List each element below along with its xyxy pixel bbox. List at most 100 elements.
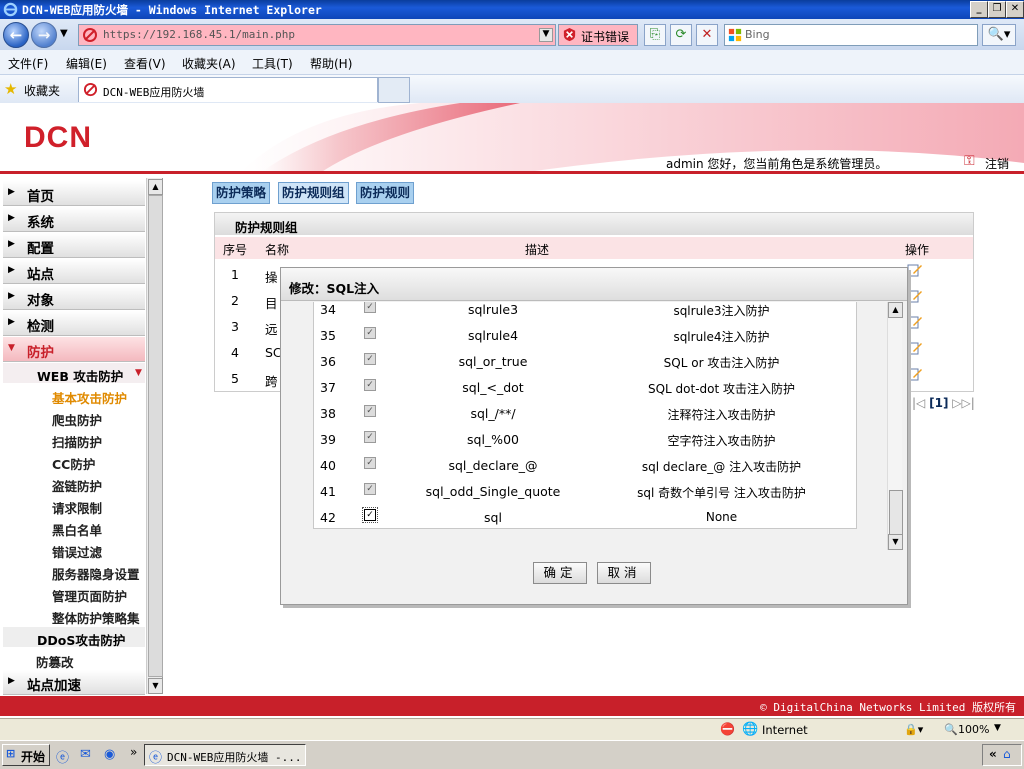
history-dropdown-icon[interactable]: ▼ bbox=[60, 28, 68, 39]
rule-checkbox[interactable]: ✓ bbox=[364, 379, 376, 391]
zoom-dropdown-icon[interactable]: ▼ bbox=[994, 723, 1001, 733]
menu-help[interactable]: 帮助(H) bbox=[310, 55, 352, 72]
sidebar-item-accel[interactable]: ▶ 站点加速 bbox=[3, 670, 145, 695]
dcn-logo: DCN bbox=[24, 121, 92, 154]
search-button[interactable]: 🔍▾ bbox=[982, 24, 1016, 46]
sidebar-item-site[interactable]: ▶ 站点 bbox=[3, 259, 145, 284]
back-button[interactable]: ← bbox=[3, 22, 29, 48]
page-number[interactable]: [1] bbox=[929, 396, 948, 410]
search-input[interactable]: Bing bbox=[724, 24, 978, 46]
scroll-up-icon[interactable]: ▲ bbox=[148, 179, 163, 195]
network-icon[interactable]: ⌂ bbox=[1003, 747, 1011, 761]
refresh-icon[interactable]: ⟳ bbox=[670, 24, 692, 46]
bing-logo-icon bbox=[728, 28, 742, 42]
menu-edit[interactable]: 编辑(E) bbox=[66, 55, 107, 72]
tray-expand-icon[interactable]: « bbox=[989, 747, 997, 761]
row-num: 2 bbox=[231, 293, 239, 308]
sidebar-item-protect[interactable]: ▼ 防护 bbox=[3, 337, 145, 362]
maximize-button[interactable]: ❐ bbox=[988, 1, 1006, 18]
ie-quicklaunch-icon[interactable]: ⓔ bbox=[56, 747, 69, 766]
sidebar-child-crawler[interactable]: 爬虫防护 bbox=[52, 410, 102, 429]
blocked-icon[interactable]: ⛔ bbox=[720, 722, 735, 736]
close-icon[interactable]: ✕ bbox=[289, 278, 299, 293]
shield-error-icon bbox=[563, 27, 576, 42]
scroll-up-icon[interactable]: ▲ bbox=[888, 302, 903, 318]
rule-checkbox[interactable]: ✓ bbox=[364, 405, 376, 417]
close-window-button[interactable]: ✕ bbox=[1006, 1, 1024, 18]
edit-icon[interactable] bbox=[907, 263, 923, 277]
edit-icon[interactable] bbox=[907, 315, 923, 329]
key-icon[interactable]: ⚿ bbox=[964, 153, 975, 169]
menu-view[interactable]: 查看(V) bbox=[124, 55, 166, 72]
sidebar-tamper[interactable]: 防篡改 bbox=[36, 652, 74, 671]
compat-view-icon[interactable]: ⎘ bbox=[644, 24, 666, 46]
sidebar-child-cc[interactable]: CC防护 bbox=[52, 454, 95, 473]
rule-checkbox[interactable]: ✓ bbox=[364, 457, 376, 469]
menu-favorites[interactable]: 收藏夹(A) bbox=[182, 55, 236, 72]
modal-scrollbar[interactable]: ▲ ▼ bbox=[887, 302, 903, 550]
quicklaunch-more-icon[interactable]: » bbox=[130, 745, 137, 759]
favorites-button[interactable]: 收藏夹 bbox=[24, 82, 60, 99]
sidebar-child-basic[interactable]: 基本攻击防护 bbox=[52, 388, 127, 407]
sidebar-child-scan[interactable]: 扫描防护 bbox=[52, 432, 102, 451]
chevron-right-icon: ▶ bbox=[8, 291, 15, 301]
taskbar-ie-window[interactable]: ⓔ DCN-WEB应用防火墙 -... bbox=[144, 744, 306, 766]
first-page-icon[interactable]: |◁ bbox=[912, 396, 925, 410]
media-quicklaunch-icon[interactable]: ◉ bbox=[104, 747, 115, 762]
tab-policy[interactable]: 防护策略 bbox=[212, 182, 271, 204]
sidebar-child-admin-page[interactable]: 管理页面防护 bbox=[52, 586, 127, 605]
rule-checkbox[interactable]: ✓ bbox=[364, 483, 376, 495]
tab-rule[interactable]: 防护规则 bbox=[356, 182, 415, 204]
sidebar-child-hotlink[interactable]: 盗链防护 bbox=[52, 476, 102, 495]
menu-tools[interactable]: 工具(T) bbox=[252, 55, 293, 72]
cancel-button[interactable]: 取消 bbox=[597, 562, 651, 584]
address-row: ← → ▼ https://192.168.45.1/main.php ▼ 证书… bbox=[0, 19, 1024, 50]
outlook-quicklaunch-icon[interactable]: ✉ bbox=[80, 747, 91, 762]
forward-button[interactable]: → bbox=[31, 22, 57, 48]
star-icon[interactable]: ★ bbox=[4, 80, 17, 98]
browser-tab[interactable]: DCN-WEB应用防火墙 bbox=[78, 77, 378, 102]
sidebar-item-config[interactable]: ▶ 配置 bbox=[3, 233, 145, 258]
menu-file[interactable]: 文件(F) bbox=[8, 55, 48, 72]
edit-icon[interactable] bbox=[907, 367, 923, 381]
cert-error-button[interactable]: 证书错误 bbox=[558, 24, 638, 46]
sidebar-child-policy-set[interactable]: 整体防护策略集 bbox=[52, 608, 140, 627]
tab-rule-group[interactable]: 防护规则组 bbox=[278, 182, 349, 204]
sidebar-scrollbar[interactable]: ▲ ▼ bbox=[146, 178, 163, 694]
sidebar-ddos[interactable]: DDoS攻击防护 bbox=[3, 627, 145, 648]
address-bar[interactable]: https://192.168.45.1/main.php ▼ bbox=[78, 24, 556, 46]
rule-checkbox[interactable]: ✓ bbox=[364, 431, 376, 443]
rule-checkbox-active[interactable]: ✓ bbox=[362, 507, 378, 523]
edit-icon[interactable] bbox=[907, 341, 923, 355]
sidebar-item-home[interactable]: ▶ 首页 bbox=[3, 181, 145, 206]
sidebar-item-system[interactable]: ▶ 系统 bbox=[3, 207, 145, 232]
address-dropdown-icon[interactable]: ▼ bbox=[539, 28, 553, 42]
new-tab-button[interactable] bbox=[378, 77, 410, 103]
rule-checkbox[interactable]: ✓ bbox=[364, 353, 376, 365]
sidebar-child-error-filter[interactable]: 错误过滤 bbox=[52, 542, 102, 561]
sidebar-scroll-thumb[interactable] bbox=[148, 195, 163, 677]
sidebar-item-object[interactable]: ▶ 对象 bbox=[3, 285, 145, 310]
rule-checkbox[interactable]: ✓ bbox=[364, 327, 376, 339]
sidebar-child-blackwhite[interactable]: 黑白名单 bbox=[52, 520, 102, 539]
zoom-level[interactable]: 100% bbox=[958, 723, 989, 736]
last-page-icon[interactable]: ▷▷| bbox=[952, 396, 975, 410]
edit-icon[interactable] bbox=[907, 289, 923, 303]
stop-icon[interactable]: ✕ bbox=[696, 24, 718, 46]
start-button[interactable]: ⊞ 开始 bbox=[2, 744, 50, 766]
sidebar-child-server-cloak[interactable]: 服务器隐身设置 bbox=[52, 564, 140, 583]
header-divider bbox=[0, 171, 1024, 174]
sidebar-web-label: WEB 攻击防护 bbox=[37, 369, 124, 384]
ok-button[interactable]: 确定 bbox=[533, 562, 587, 584]
sidebar-web-group[interactable]: WEB 攻击防护 ▼ bbox=[3, 363, 145, 384]
modal-scroll-thumb[interactable] bbox=[889, 490, 903, 536]
row-name: 目 bbox=[265, 296, 278, 311]
minimize-button[interactable]: _ bbox=[970, 1, 988, 18]
scroll-down-icon[interactable]: ▼ bbox=[148, 678, 163, 694]
protected-mode-icon[interactable]: 🔒▾ bbox=[904, 723, 923, 736]
rule-checkbox[interactable]: ✓ bbox=[364, 302, 376, 313]
sidebar-child-request-limit[interactable]: 请求限制 bbox=[52, 498, 102, 517]
sidebar-item-detect[interactable]: ▶ 检测 bbox=[3, 311, 145, 336]
logout-link[interactable]: 注销 bbox=[985, 155, 1009, 172]
scroll-down-icon[interactable]: ▼ bbox=[888, 534, 903, 550]
